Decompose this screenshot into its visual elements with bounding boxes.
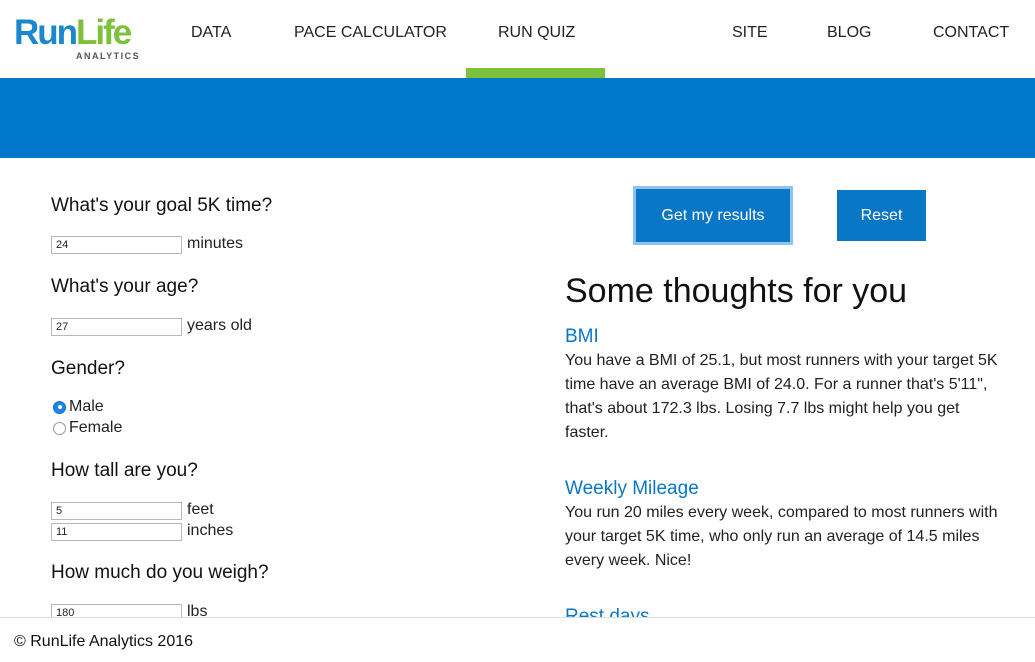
get-results-button[interactable]: Get my results — [636, 189, 790, 242]
male-radio[interactable] — [53, 400, 66, 414]
bmi-heading: BMI — [565, 326, 599, 347]
height-question: How tall are you? — [51, 460, 198, 481]
gender-option-female[interactable]: Female — [53, 419, 122, 437]
bmi-text: You have a BMI of 25.1, but most runners… — [565, 352, 998, 441]
copyright-text: © RunLife Analytics 2016 — [14, 633, 194, 650]
age-question: What's your age? — [51, 276, 199, 297]
male-label: Male — [69, 398, 104, 415]
site-header: RunLife ANALYTICS DATA PACE CALCULATOR R… — [0, 0, 1035, 78]
rest-days-heading: Rest days — [565, 606, 650, 617]
logo-wordmark: RunLife — [14, 13, 132, 52]
nav-site[interactable]: SITE — [732, 24, 768, 42]
site-footer: © RunLife Analytics 2016 — [0, 617, 1035, 662]
height-inches-input[interactable] — [51, 523, 182, 541]
goal-unit-label: minutes — [187, 235, 244, 252]
weight-unit-label: lbs — [187, 603, 208, 617]
weekly-mileage-heading: Weekly Mileage — [565, 478, 699, 499]
logo-run-text: Run — [14, 13, 78, 52]
age-input[interactable] — [51, 318, 182, 336]
goal-question: What's your goal 5K time? — [51, 195, 273, 216]
feet-unit-label: feet — [187, 501, 214, 518]
weekly-mileage-text: You run 20 miles every week, compared to… — [565, 504, 998, 569]
height-feet-input[interactable] — [51, 502, 182, 520]
female-radio[interactable] — [53, 421, 66, 435]
goal-time-input[interactable] — [51, 236, 182, 254]
age-unit-label: years old — [187, 317, 252, 334]
female-label: Female — [69, 419, 123, 436]
main-content: What's your goal 5K time? minutes What's… — [0, 158, 1035, 617]
nav-run-quiz[interactable]: RUN QUIZ — [498, 24, 575, 42]
nav-contact[interactable]: CONTACT — [933, 24, 1009, 42]
hero-band — [0, 78, 1035, 158]
logo-subtitle: ANALYTICS — [76, 51, 141, 61]
active-tab-indicator — [466, 68, 605, 78]
inches-unit-label: inches — [187, 522, 234, 539]
runlife-logo[interactable]: RunLife ANALYTICS — [14, 14, 154, 64]
gender-option-male[interactable]: Male — [53, 398, 104, 416]
results-title: Some thoughts for you — [565, 272, 908, 310]
weight-input[interactable] — [51, 604, 182, 617]
weight-question: How much do you weigh? — [51, 562, 269, 583]
gender-question: Gender? — [51, 358, 125, 379]
reset-button[interactable]: Reset — [837, 190, 926, 241]
nav-blog[interactable]: BLOG — [827, 24, 871, 42]
nav-pace-calculator[interactable]: PACE CALCULATOR — [294, 24, 447, 42]
logo-life-text: Life — [76, 13, 132, 52]
nav-data[interactable]: DATA — [191, 24, 231, 42]
